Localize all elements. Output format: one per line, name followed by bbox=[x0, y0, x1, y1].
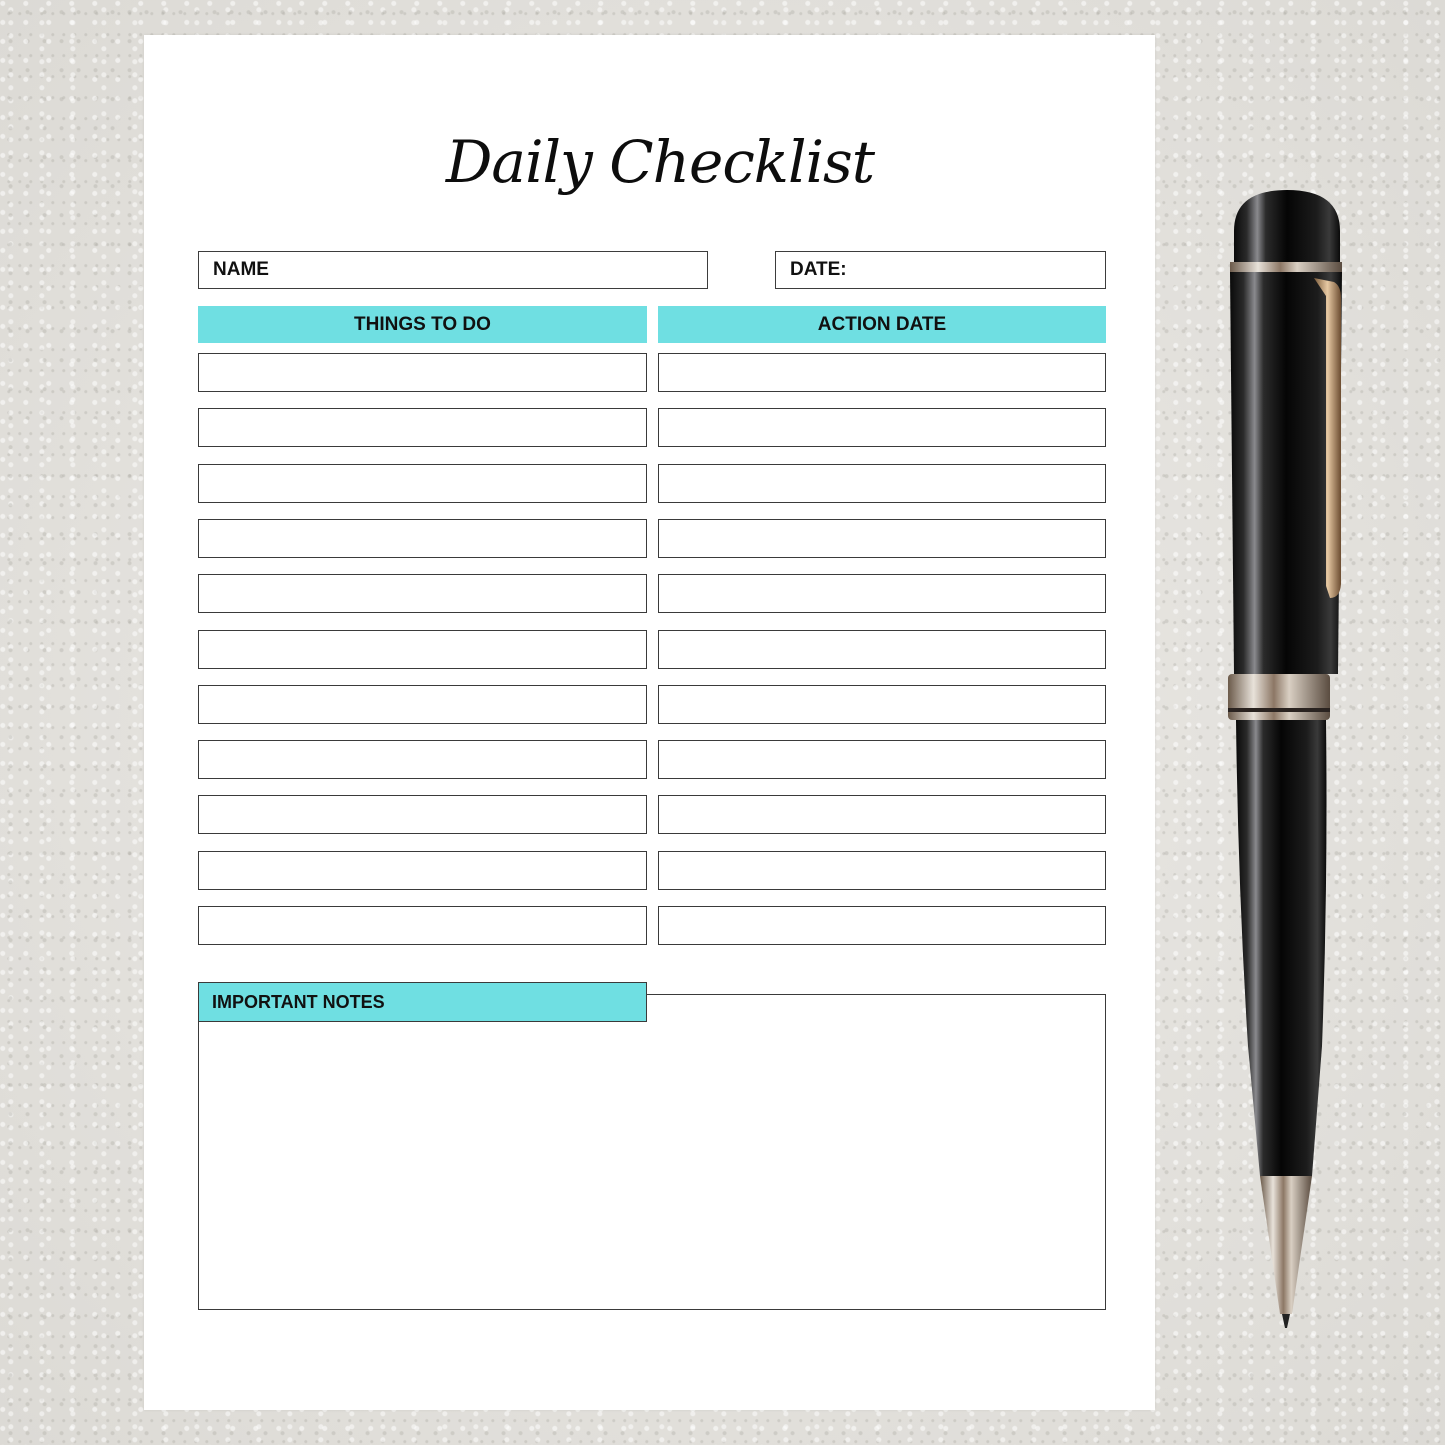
pen-center-ring bbox=[1228, 674, 1330, 720]
page-title: Daily Checklist bbox=[445, 128, 875, 196]
action-date-row[interactable] bbox=[658, 906, 1106, 945]
action-date-row[interactable] bbox=[658, 851, 1106, 890]
pen-cap-band bbox=[1230, 262, 1342, 272]
things-to-do-row[interactable] bbox=[198, 795, 647, 834]
important-notes-header: IMPORTANT NOTES bbox=[198, 982, 647, 1022]
name-label: NAME bbox=[213, 259, 269, 280]
action-date-row[interactable] bbox=[658, 519, 1106, 558]
things-to-do-row[interactable] bbox=[198, 574, 647, 613]
things-to-do-row[interactable] bbox=[198, 630, 647, 669]
things-to-do-row[interactable] bbox=[198, 685, 647, 724]
things-to-do-header: THINGS TO DO bbox=[198, 306, 647, 343]
action-date-row[interactable] bbox=[658, 685, 1106, 724]
pen-barrel bbox=[1236, 720, 1327, 1176]
things-to-do-row[interactable] bbox=[198, 519, 647, 558]
action-date-row[interactable] bbox=[658, 795, 1106, 834]
things-to-do-row[interactable] bbox=[198, 464, 647, 503]
pen-cap-top bbox=[1234, 190, 1340, 266]
notes-area[interactable] bbox=[198, 994, 1106, 1310]
pen-icon bbox=[1228, 190, 1342, 1328]
name-field[interactable]: NAME bbox=[198, 251, 708, 289]
pen-tip bbox=[1260, 1176, 1312, 1314]
action-date-row[interactable] bbox=[658, 408, 1106, 447]
action-date-row[interactable] bbox=[658, 464, 1106, 503]
things-to-do-row[interactable] bbox=[198, 740, 647, 779]
action-date-header: ACTION DATE bbox=[658, 306, 1106, 343]
pen-point bbox=[1282, 1314, 1290, 1328]
action-date-row[interactable] bbox=[658, 353, 1106, 392]
action-date-row[interactable] bbox=[658, 740, 1106, 779]
pen-cap-body bbox=[1230, 272, 1342, 674]
things-to-do-row[interactable] bbox=[198, 408, 647, 447]
date-label: DATE: bbox=[790, 259, 847, 280]
things-to-do-row[interactable] bbox=[198, 851, 647, 890]
date-field[interactable]: DATE: bbox=[775, 251, 1106, 289]
things-to-do-row[interactable] bbox=[198, 906, 647, 945]
things-to-do-row[interactable] bbox=[198, 353, 647, 392]
action-date-row[interactable] bbox=[658, 574, 1106, 613]
action-date-row[interactable] bbox=[658, 630, 1106, 669]
